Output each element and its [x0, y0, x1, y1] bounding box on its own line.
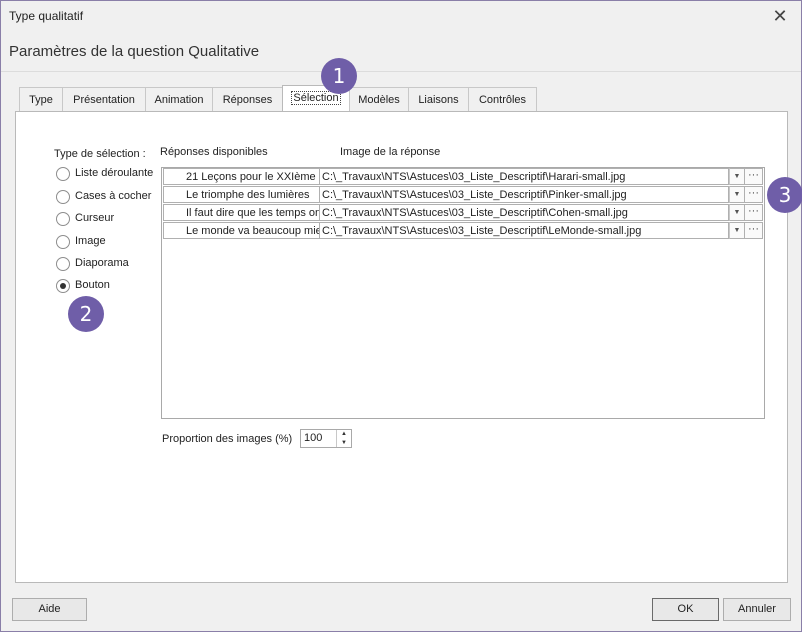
proportion-value[interactable]: 100 — [304, 432, 322, 444]
cancel-button[interactable]: Annuler — [723, 598, 791, 621]
window-title: Type qualitatif — [9, 9, 84, 23]
table-row: Il faut dire que les temps on C:\_Travau… — [163, 204, 763, 222]
dropdown-arrow-icon[interactable]: ▼ — [729, 186, 745, 203]
response-cell: Le triomphe des lumières — [163, 186, 320, 203]
callout-badge-1: 1 — [321, 58, 357, 94]
selection-panel: Type de sélection : Liste déroulante Cas… — [15, 111, 788, 583]
radio-circle[interactable] — [56, 167, 70, 181]
tab-modeles[interactable]: Modèles — [349, 87, 409, 111]
dropdown-arrow-icon[interactable]: ▼ — [729, 222, 745, 239]
tab-presentation[interactable]: Présentation — [62, 87, 146, 111]
help-button[interactable]: Aide — [12, 598, 87, 621]
response-cell: Le monde va beaucoup mieu — [163, 222, 320, 239]
proportion-stepper[interactable]: 100 ▲ ▼ — [300, 429, 352, 448]
table-row: Le triomphe des lumières C:\_Travaux\NTS… — [163, 186, 763, 204]
response-cell: Il faut dire que les temps on — [163, 204, 320, 221]
title-bar: Type qualitatif ✕ — [1, 1, 801, 31]
tab-liaisons[interactable]: Liaisons — [408, 87, 469, 111]
dropdown-arrow-icon[interactable]: ▼ — [729, 204, 745, 221]
tab-animation[interactable]: Animation — [145, 87, 213, 111]
dialog-window: Type qualitatif ✕ Paramètres de la quest… — [0, 0, 802, 632]
dropdown-arrow-icon[interactable]: ▼ — [729, 168, 745, 185]
tab-controles[interactable]: Contrôles — [468, 87, 537, 111]
response-cell: 21 Leçons pour le XXIème si — [163, 168, 320, 185]
selection-type-label: Type de sélection : — [54, 148, 146, 160]
image-path-field[interactable]: C:\_Travaux\NTS\Astuces\03_Liste_Descrip… — [320, 168, 729, 185]
ok-button[interactable]: OK — [652, 598, 719, 621]
table-row: Le monde va beaucoup mieu C:\_Travaux\NT… — [163, 222, 763, 240]
image-path-field[interactable]: C:\_Travaux\NTS\Astuces\03_Liste_Descrip… — [320, 186, 729, 203]
tab-reponses[interactable]: Réponses — [212, 87, 283, 111]
radio-circle[interactable] — [56, 235, 70, 249]
radio-circle[interactable] — [56, 190, 70, 204]
table-row: 21 Leçons pour le XXIème si C:\_Travaux\… — [163, 168, 763, 186]
proportion-label: Proportion des images (%) — [162, 433, 293, 445]
header-divider — [1, 71, 801, 72]
close-icon[interactable]: ✕ — [767, 4, 793, 28]
browse-button[interactable]: ··· — [745, 222, 763, 239]
col-header-responses: Réponses disponibles — [160, 146, 268, 158]
spin-up-icon[interactable]: ▲ — [337, 430, 351, 438]
spin-down-icon[interactable]: ▼ — [337, 439, 351, 447]
radio-circle-selected[interactable] — [56, 279, 70, 293]
browse-button[interactable]: ··· — [745, 186, 763, 203]
callout-badge-3: 3 — [767, 177, 802, 213]
tab-type[interactable]: Type — [19, 87, 63, 111]
radio-circle[interactable] — [56, 212, 70, 226]
image-path-field[interactable]: C:\_Travaux\NTS\Astuces\03_Liste_Descrip… — [320, 204, 729, 221]
image-path-field[interactable]: C:\_Travaux\NTS\Astuces\03_Liste_Descrip… — [320, 222, 729, 239]
responses-grid: 21 Leçons pour le XXIème si C:\_Travaux\… — [161, 167, 765, 419]
radio-circle[interactable] — [56, 257, 70, 271]
dialog-heading: Paramètres de la question Qualitative — [9, 43, 260, 60]
browse-button[interactable]: ··· — [745, 204, 763, 221]
callout-badge-2: 2 — [68, 296, 104, 332]
spin-buttons: ▲ ▼ — [336, 430, 351, 447]
browse-button[interactable]: ··· — [745, 168, 763, 185]
col-header-image: Image de la réponse — [340, 146, 441, 158]
